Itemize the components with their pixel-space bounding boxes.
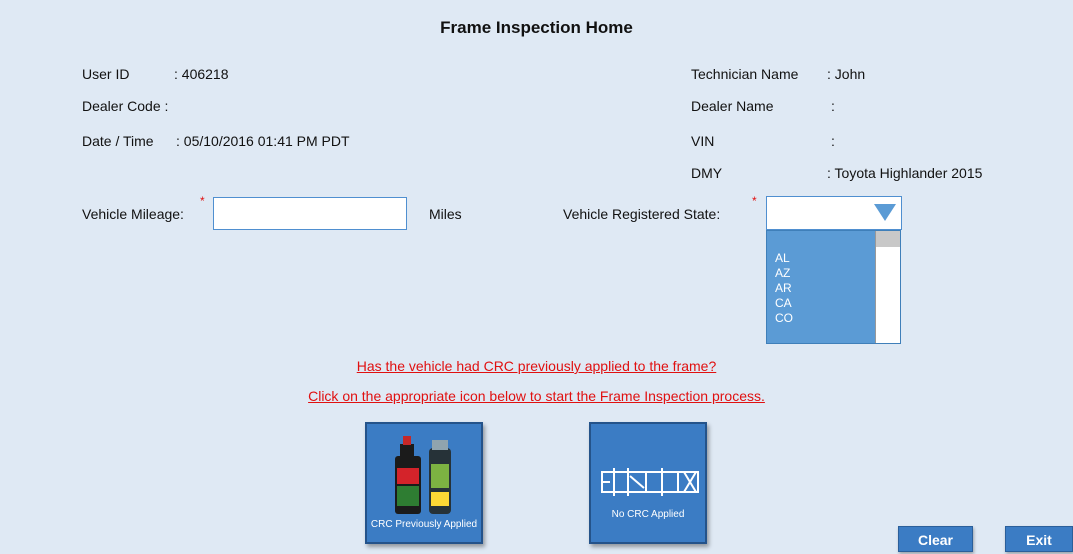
dmy-value: : Toyota Highlander 2015 <box>827 165 983 181</box>
crc-instruction: Click on the appropriate icon below to s… <box>308 388 765 404</box>
crc-question: Has the vehicle had CRC previously appli… <box>356 358 717 374</box>
scrollbar-thumb[interactable] <box>876 231 900 247</box>
state-select[interactable] <box>766 196 902 230</box>
state-label: Vehicle Registered State: <box>563 206 721 222</box>
state-option-al[interactable]: AL <box>775 251 793 266</box>
clear-button[interactable]: Clear <box>898 526 973 552</box>
state-required-mark: * <box>752 194 757 208</box>
mileage-input[interactable] <box>213 197 407 230</box>
dealer-name-value: : <box>831 98 835 114</box>
crc-products-icon <box>395 436 451 514</box>
dealer-code-label: Dealer Code : <box>82 98 169 114</box>
no-crc-applied-button[interactable]: No CRC Applied <box>589 422 707 544</box>
state-option-ca[interactable]: CA <box>775 296 793 311</box>
exit-button[interactable]: Exit <box>1005 526 1073 552</box>
user-id-label: User ID <box>82 66 130 82</box>
mileage-label: Vehicle Mileage: <box>82 206 184 222</box>
user-id-value: : 406218 <box>174 66 229 82</box>
datetime-label: Date / Time <box>82 133 154 149</box>
no-crc-applied-label: No CRC Applied <box>611 509 685 520</box>
dmy-label: DMY <box>691 165 723 181</box>
state-option-az[interactable]: AZ <box>775 266 793 281</box>
mileage-unit: Miles <box>429 206 462 222</box>
dropdown-arrow-icon[interactable] <box>874 204 896 221</box>
state-options-list[interactable]: AL AZ AR CA CO <box>766 230 901 344</box>
list-scrollbar[interactable] <box>875 231 900 343</box>
technician-label: Technician Name <box>691 66 799 82</box>
technician-value: : John <box>827 66 866 82</box>
vin-label: VIN <box>691 133 715 149</box>
dealer-name-label: Dealer Name <box>691 98 774 114</box>
datetime-value: : 05/10/2016 01:41 PM PDT <box>176 133 350 149</box>
page-title: Frame Inspection Home <box>440 18 633 37</box>
vehicle-frame-icon <box>601 468 699 496</box>
vin-value: : <box>831 133 835 149</box>
mileage-required-mark: * <box>200 194 205 208</box>
state-option-ar[interactable]: AR <box>775 281 793 296</box>
crc-previously-applied-label: CRC Previously Applied <box>370 519 478 530</box>
crc-previously-applied-button[interactable]: CRC Previously Applied <box>365 422 483 544</box>
state-option-co[interactable]: CO <box>775 311 793 326</box>
